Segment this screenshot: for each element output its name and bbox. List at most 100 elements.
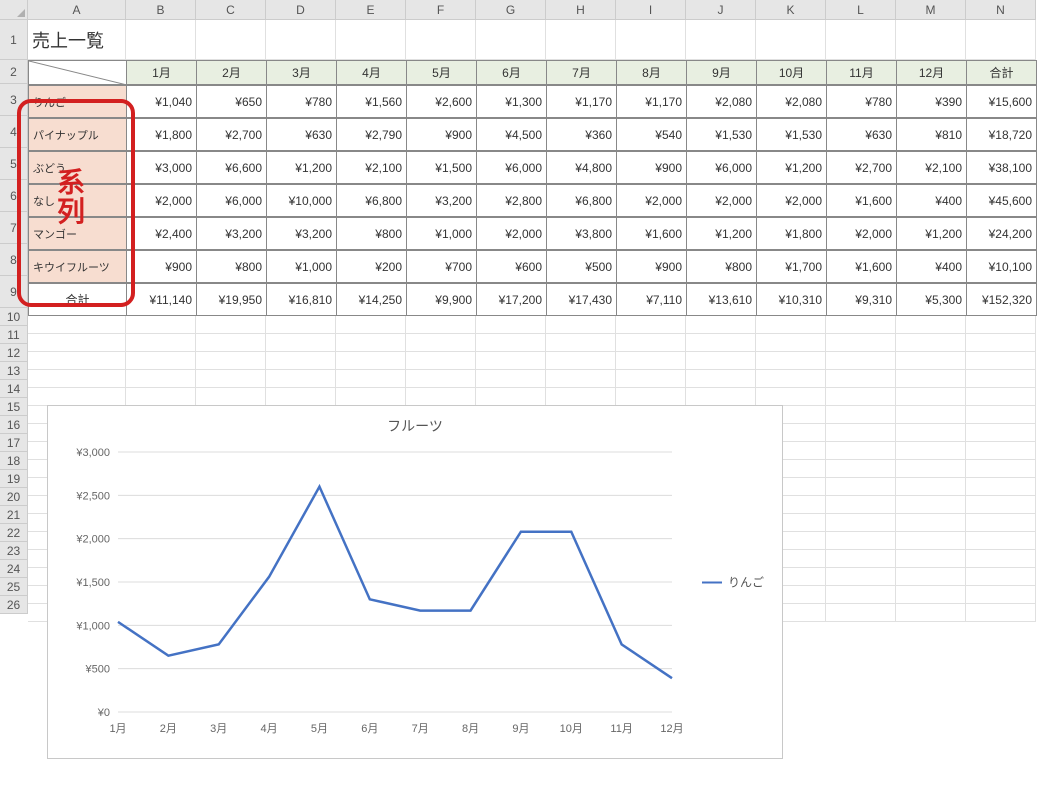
value-cell[interactable]: ¥1,300 (477, 86, 547, 118)
cell[interactable] (966, 604, 1036, 622)
cell[interactable] (686, 370, 756, 388)
cell[interactable] (28, 370, 126, 388)
cell[interactable] (266, 20, 336, 60)
cell[interactable] (896, 388, 966, 406)
row-header-13[interactable]: 13 (0, 362, 28, 380)
cell[interactable] (196, 334, 266, 352)
cell[interactable] (896, 370, 966, 388)
cell[interactable] (966, 406, 1036, 424)
product-name-cell[interactable]: キウイフルーツ (29, 251, 127, 283)
col-sum-cell[interactable]: ¥16,810 (267, 284, 337, 316)
cell[interactable] (546, 352, 616, 370)
month-header[interactable]: 9月 (687, 61, 757, 85)
row-header-19[interactable]: 19 (0, 470, 28, 488)
col-header-E[interactable]: E (336, 0, 406, 20)
cell[interactable] (826, 496, 896, 514)
cell[interactable] (826, 514, 896, 532)
cell[interactable] (616, 20, 686, 60)
cell[interactable] (966, 478, 1036, 496)
value-cell[interactable]: ¥2,700 (197, 119, 267, 151)
cell[interactable] (826, 20, 896, 60)
value-cell[interactable]: ¥900 (617, 152, 687, 184)
value-cell[interactable]: ¥2,700 (827, 152, 897, 184)
row-header-9[interactable]: 9 (0, 276, 28, 308)
chart-container[interactable]: フルーツ ¥0¥500¥1,000¥1,500¥2,000¥2,500¥3,00… (47, 405, 783, 759)
row-header-26[interactable]: 26 (0, 596, 28, 614)
cell[interactable] (896, 442, 966, 460)
value-cell[interactable]: ¥1,600 (827, 185, 897, 217)
cell[interactable] (826, 406, 896, 424)
cell[interactable] (616, 370, 686, 388)
cell[interactable] (756, 370, 826, 388)
cell[interactable] (896, 586, 966, 604)
cell[interactable] (476, 20, 546, 60)
cell[interactable] (896, 424, 966, 442)
cell[interactable] (28, 388, 126, 406)
cell[interactable] (966, 532, 1036, 550)
row-total-cell[interactable]: ¥10,100 (967, 251, 1037, 283)
cell[interactable] (756, 334, 826, 352)
row-total-cell[interactable]: ¥24,200 (967, 218, 1037, 250)
col-header-K[interactable]: K (756, 0, 826, 20)
cell[interactable] (966, 586, 1036, 604)
cell[interactable] (686, 388, 756, 406)
product-name-cell[interactable]: ぶどう (29, 152, 127, 184)
value-cell[interactable]: ¥2,790 (337, 119, 407, 151)
value-cell[interactable]: ¥3,200 (197, 218, 267, 250)
value-cell[interactable]: ¥2,000 (477, 218, 547, 250)
cell[interactable] (896, 406, 966, 424)
cell[interactable] (966, 568, 1036, 586)
cell[interactable] (896, 20, 966, 60)
cell[interactable] (966, 316, 1036, 334)
row-header-11[interactable]: 11 (0, 326, 28, 344)
value-cell[interactable]: ¥1,600 (827, 251, 897, 283)
month-header[interactable]: 10月 (757, 61, 827, 85)
product-name-cell[interactable]: マンゴー (29, 218, 127, 250)
col-header-I[interactable]: I (616, 0, 686, 20)
value-cell[interactable]: ¥4,800 (547, 152, 617, 184)
value-cell[interactable]: ¥1,560 (337, 86, 407, 118)
value-cell[interactable]: ¥6,800 (337, 185, 407, 217)
value-cell[interactable]: ¥1,170 (547, 86, 617, 118)
month-header[interactable]: 1月 (127, 61, 197, 85)
month-header[interactable]: 7月 (547, 61, 617, 85)
cell[interactable] (966, 514, 1036, 532)
col-header-D[interactable]: D (266, 0, 336, 20)
cell[interactable] (896, 334, 966, 352)
value-cell[interactable]: ¥780 (267, 86, 337, 118)
value-cell[interactable]: ¥2,100 (897, 152, 967, 184)
cell[interactable] (826, 460, 896, 478)
col-sum-cell[interactable]: ¥17,200 (477, 284, 547, 316)
value-cell[interactable]: ¥1,000 (267, 251, 337, 283)
select-all-corner[interactable] (0, 0, 28, 20)
cell[interactable] (826, 550, 896, 568)
value-cell[interactable]: ¥780 (827, 86, 897, 118)
cell[interactable] (826, 370, 896, 388)
value-cell[interactable]: ¥1,000 (407, 218, 477, 250)
product-name-cell[interactable]: パイナップル (29, 119, 127, 151)
cell[interactable] (336, 388, 406, 406)
cell[interactable] (336, 334, 406, 352)
cell[interactable] (196, 316, 266, 334)
cell[interactable] (616, 388, 686, 406)
grand-total-cell[interactable]: ¥152,320 (967, 284, 1037, 316)
cell[interactable] (476, 334, 546, 352)
cell[interactable] (196, 20, 266, 60)
value-cell[interactable]: ¥540 (617, 119, 687, 151)
cell[interactable] (896, 550, 966, 568)
cell[interactable] (616, 316, 686, 334)
value-cell[interactable]: ¥600 (477, 251, 547, 283)
col-sum-cell[interactable]: ¥11,140 (127, 284, 197, 316)
cell[interactable] (966, 496, 1036, 514)
value-cell[interactable]: ¥2,600 (407, 86, 477, 118)
cell[interactable] (476, 316, 546, 334)
col-sum-cell[interactable]: ¥14,250 (337, 284, 407, 316)
row-total-cell[interactable]: ¥15,600 (967, 86, 1037, 118)
row-header-3[interactable]: 3 (0, 84, 28, 116)
cell[interactable] (826, 604, 896, 622)
row-total-cell[interactable]: ¥38,100 (967, 152, 1037, 184)
cell[interactable] (126, 352, 196, 370)
value-cell[interactable]: ¥1,040 (127, 86, 197, 118)
value-cell[interactable]: ¥800 (197, 251, 267, 283)
value-cell[interactable]: ¥800 (337, 218, 407, 250)
